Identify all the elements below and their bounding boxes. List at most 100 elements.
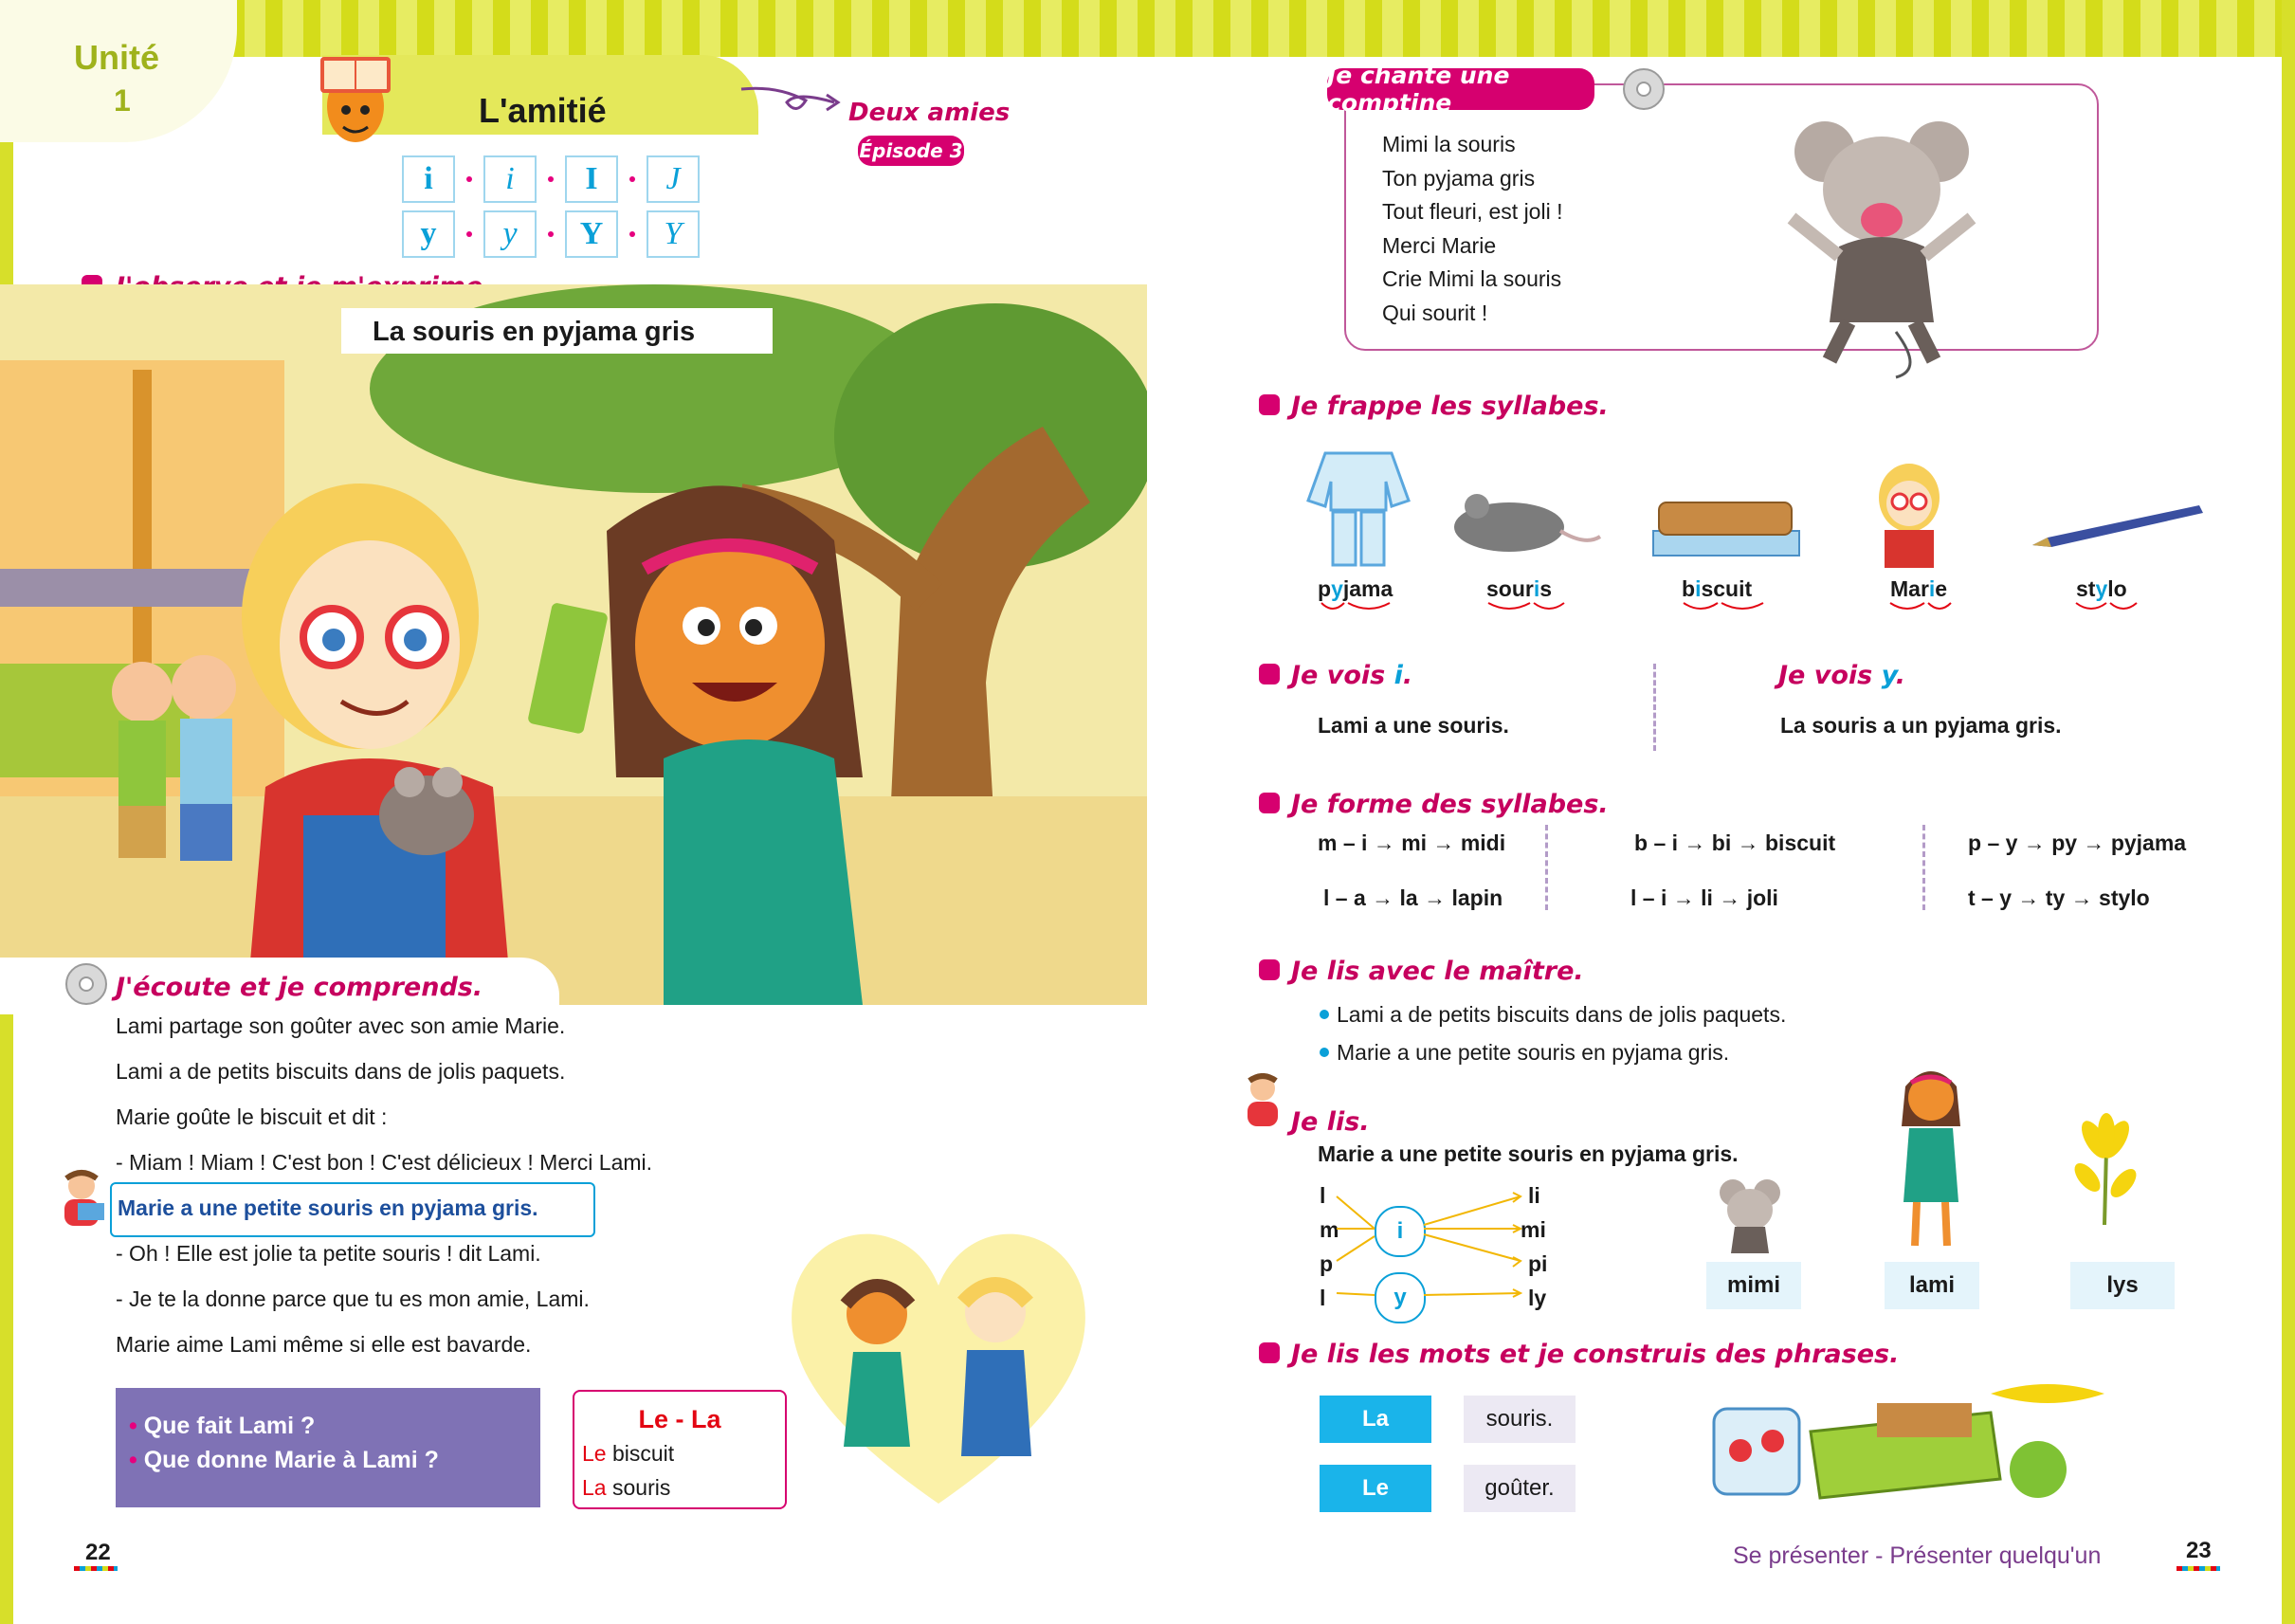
see-i-heading: Je vois i. [1291,661,1412,690]
heading-text: Je vois [1778,661,1882,690]
syllable-result: pi [1528,1251,1548,1276]
consonant: l [1320,1286,1326,1310]
separator-dot [466,231,472,237]
word-part: lo [2107,576,2127,601]
divider [1653,664,1656,751]
heading-text: Je vois [1291,661,1394,690]
separator-dot [548,231,554,237]
word-part: jama [1342,576,1393,601]
letter-cell: y [402,210,455,258]
right-page-number: 23 [2186,1538,2212,1563]
divider [1922,825,1925,910]
bullet-dot [1320,1048,1329,1057]
page-number-ornament [74,1566,118,1571]
section-bullet [1259,793,1280,813]
biscuit-tray-illustration [1652,502,1800,557]
letter-cell: y [483,210,537,258]
episode-story-title: Deux amies [848,99,1011,127]
teacher-line: Lami a de petits biscuits dans de jolis … [1337,1002,1787,1027]
marie-figure-illustration [1902,1071,1960,1247]
comptine-line: Mimi la souris [1382,132,1516,156]
word-highlight: y [1331,576,1343,601]
pen-illustration [2032,505,2203,547]
questions-box: • Que fait Lami ? • Que donne Marie à La… [116,1388,540,1507]
noun-card[interactable]: souris. [1464,1396,1576,1443]
footer-subtitle: Se présenter - Présenter quelqu'un [1733,1542,2102,1569]
section-bullet [1259,664,1280,684]
heading-letter: i [1393,661,1403,690]
word-part: e [1935,576,1948,601]
syllable-formula: m – i → mi → midi [1318,830,1506,855]
syllable-formula: p – y → py → pyjama [1968,830,2187,855]
section-bullet [1259,959,1280,980]
syllables-heading: Je frappe les syllabes. [1291,392,1609,421]
letter-cell: I [565,155,618,203]
article-box-title: Le - La [638,1405,721,1433]
episode-badge: Épisode 3 [858,136,964,166]
dancing-mouse-illustration [1787,121,1976,379]
letter-row-y: y y Y Y [402,210,700,258]
comptine-heading: Je chante une comptine [1327,62,1594,117]
bullet-dot [1320,1010,1329,1019]
listen-heading: J'écoute et je comprends. [116,973,483,1002]
article-card[interactable]: Le [1320,1465,1431,1512]
unit-word: Unité [74,38,159,77]
syllable-arcs [1321,602,2138,610]
syllable-result: mi [1521,1217,1546,1242]
comptine-line: Ton pyjama gris [1382,166,1536,191]
letter-cell: J [647,155,700,203]
letter-cell: i [402,155,455,203]
small-mouse-illustration [1720,1179,1780,1253]
article-noun: biscuit [606,1441,675,1466]
see-i-sentence: Lami a une souris. [1318,713,1509,738]
consonant: l [1320,1183,1326,1208]
form-syllables-heading: Je forme des syllabes. [1291,790,1609,819]
unit-number: 1 [114,83,131,118]
heading-end: . [1402,661,1413,690]
article-line: La souris [582,1475,670,1501]
question-text: Que fait Lami ? [143,1413,316,1439]
story-line: Lami partage son goûter avec son amie Ma… [116,1013,566,1038]
teacher-line: Marie a une petite souris en pyjama gris… [1337,1040,1730,1065]
curly-arrow-icon [740,86,841,112]
build-sentences-heading: Je lis les mots et je construis des phra… [1291,1340,1900,1369]
word-part: b [1682,576,1696,601]
article-word: La [582,1475,607,1500]
comptine-line: Crie Mimi la souris [1382,266,1562,291]
scene-caption: La souris en pyjama gris [373,317,696,347]
heading-end: . [1895,661,1906,690]
reading-child-icon [1248,1073,1278,1126]
story-line: Lami a de petits biscuits dans de jolis … [116,1059,566,1084]
syllable-word-biscuit: biscuit [1682,576,1752,602]
pyjama-illustration [1306,451,1411,567]
story-line: - Je te la donne parce que tu es mon ami… [116,1286,590,1311]
cd-icon [1623,68,1665,110]
reading-child-icon [64,1170,104,1226]
article-card[interactable]: La [1320,1396,1431,1443]
comptine-line: Merci Marie [1382,233,1497,258]
comptine-line: Qui sourit ! [1382,301,1488,325]
syllable-arrows [1336,1192,1523,1298]
cd-icon [65,963,107,1005]
story-illustration [0,284,1147,1005]
right-border-decoration [2282,0,2295,1624]
syllable-result: li [1528,1183,1540,1208]
lily-flower-illustration [2074,1113,2137,1225]
syllable-word-pyjama: pyjama [1318,576,1393,602]
story-line: Marie goûte le biscuit et dit : [116,1104,388,1129]
article-line: Le biscuit [582,1441,674,1467]
left-page-number: 22 [85,1540,111,1565]
noun-card[interactable]: goûter. [1464,1465,1576,1512]
letter-cell: i [483,155,537,203]
syllable-formula: t – y → ty → stylo [1968,885,2150,910]
story-line: - Oh ! Elle est jolie ta petite souris !… [116,1241,541,1266]
question-item: • Que fait Lami ? [129,1413,316,1439]
letter-cell: Y [647,210,700,258]
article-box: Le - La Le biscuit La souris [573,1390,787,1509]
word-text: lami [1908,1272,1956,1298]
syllable-formula: b – i → bi → biscuit [1634,830,1836,855]
reading-mascot-illustration [320,57,391,142]
read-heading: Je lis. [1291,1107,1370,1137]
question-text: Que donne Marie à Lami ? [143,1447,439,1473]
word-text: lys [2106,1272,2139,1298]
